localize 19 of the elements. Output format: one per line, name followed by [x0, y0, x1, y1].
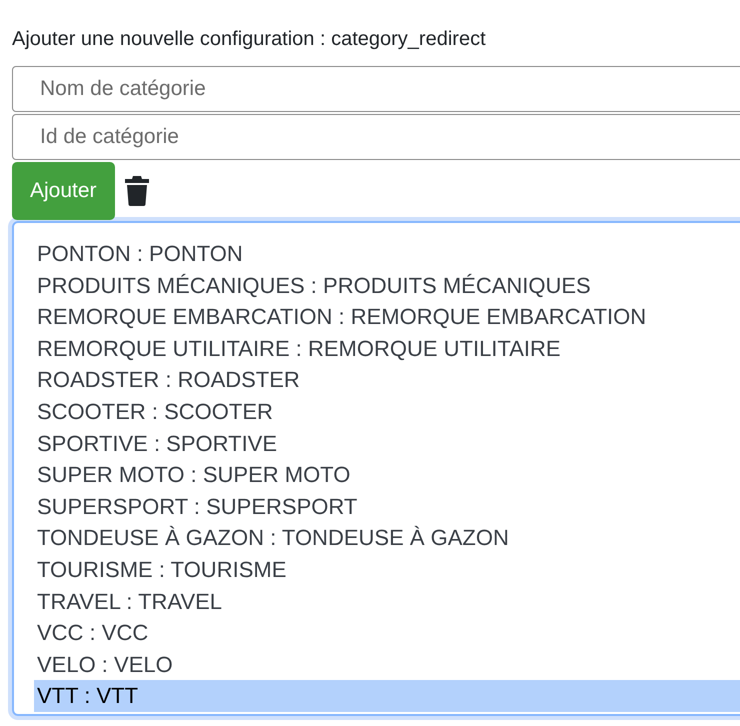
delete-icon[interactable]: [124, 176, 149, 206]
list-option[interactable]: SPORTIVE : SPORTIVE: [34, 428, 740, 460]
input-field[interactable]: Id de catégorie: [12, 114, 740, 160]
form-heading: Ajouter une nouvelle configuration : category_redirect: [12, 27, 487, 52]
list-option[interactable]: SUPERSPORT : SUPERSPORT: [34, 490, 740, 522]
list-option[interactable]: VCC : VCC: [34, 617, 740, 649]
list-option[interactable]: PRODUITS MÉCANIQUES : PRODUITS MÉCANIQUES: [34, 270, 740, 302]
list-option[interactable]: TRAVEL : TRAVEL: [34, 586, 740, 618]
input-field[interactable]: Nom de catégorie: [12, 66, 740, 112]
list-option[interactable]: SCOOTER : SCOOTER: [34, 396, 740, 428]
list-option[interactable]: VELO : VELO: [34, 648, 740, 680]
list-option[interactable]: REMORQUE EMBARCATION : REMORQUE EMBARCATION: [34, 301, 740, 333]
list-option[interactable]: SUPER MOTO : SUPER MOTO: [34, 459, 740, 491]
list-option[interactable]: PONTON : PONTON: [34, 238, 740, 270]
list-option[interactable]: VTT : VTT: [34, 680, 740, 712]
list-option[interactable]: TOURISME : TOURISME: [34, 554, 740, 586]
list-option[interactable]: REMORQUE UTILITAIRE : REMORQUE UTILITAIRE: [34, 332, 740, 364]
list-option[interactable]: TONDEUSE À GAZON : TONDEUSE À GAZON: [34, 522, 740, 554]
list-option[interactable]: ROADSTER : ROADSTER: [34, 364, 740, 396]
